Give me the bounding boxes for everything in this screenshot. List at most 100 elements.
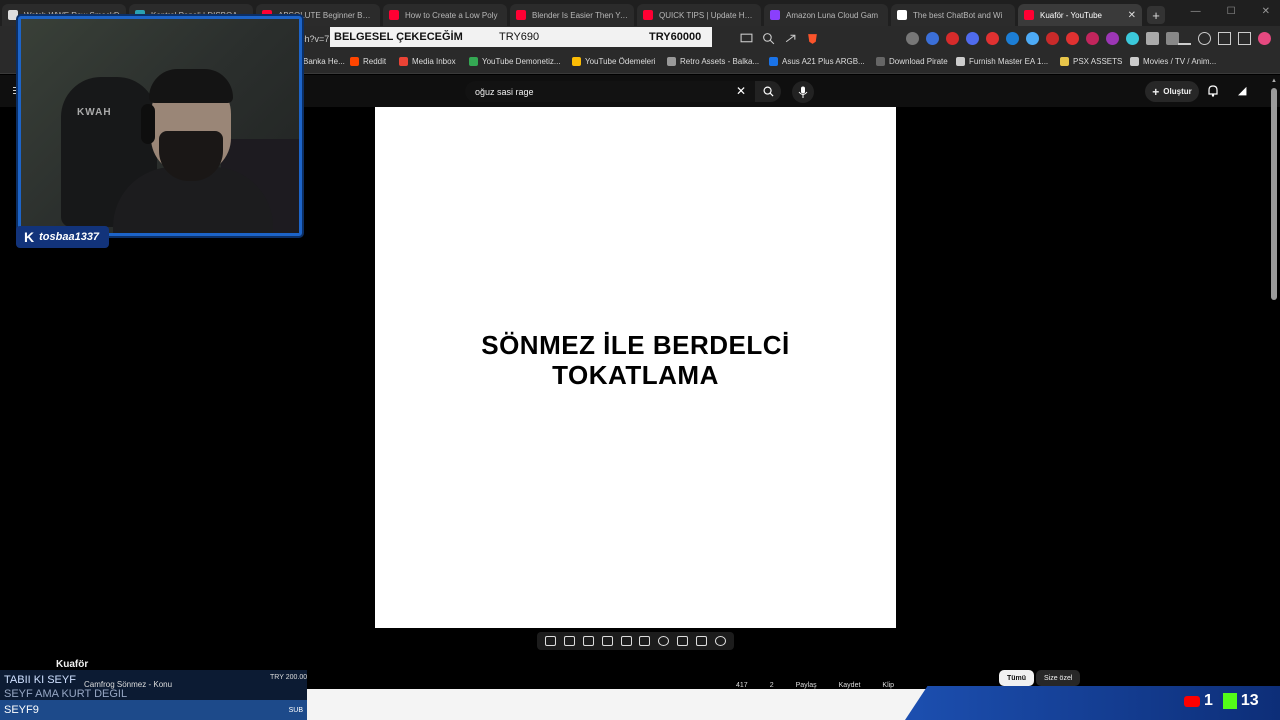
tab-title: Amazon Luna Cloud Gam bbox=[786, 10, 879, 20]
streamer-name: tosbaa1337 bbox=[39, 231, 100, 243]
microphone-icon bbox=[798, 86, 808, 98]
puzzle-icon[interactable] bbox=[1146, 32, 1159, 45]
cinema-icon[interactable] bbox=[601, 636, 613, 646]
clip-button[interactable]: Klip bbox=[882, 682, 894, 689]
close-tab-icon[interactable]: ✕ bbox=[1128, 10, 1136, 21]
save-button[interactable]: Kaydet bbox=[839, 682, 861, 689]
extension-icon[interactable] bbox=[1046, 32, 1059, 45]
video-channel-title: Kuaför bbox=[56, 659, 89, 670]
chip-all[interactable]: Tümü bbox=[999, 670, 1035, 686]
bookmark-label: YouTube Ödemeleri bbox=[585, 57, 656, 66]
chip-for-you[interactable]: Size özel bbox=[1036, 670, 1081, 686]
bookmark-label: YouTube Demonetiz... bbox=[482, 57, 561, 66]
pip-icon[interactable] bbox=[582, 636, 594, 646]
bookmark-label: Download Pirate bbox=[889, 57, 948, 66]
screenshot-icon[interactable] bbox=[677, 636, 689, 646]
extension-icon[interactable] bbox=[946, 32, 959, 45]
extension-icon[interactable] bbox=[1066, 32, 1079, 45]
bookmark-favicon-icon bbox=[769, 57, 778, 66]
address-bar[interactable]: ch?v=7 bbox=[300, 34, 329, 44]
extension-icon[interactable] bbox=[1026, 32, 1039, 45]
bookmark-favicon-icon bbox=[1130, 57, 1139, 66]
maximize-icon[interactable]: ☐ bbox=[1227, 6, 1236, 17]
page-scrollbar[interactable] bbox=[1271, 88, 1277, 300]
extension-icon[interactable] bbox=[966, 32, 979, 45]
bookmark-item[interactable]: YouTube Ödemeleri bbox=[572, 57, 656, 66]
video-player[interactable]: SÖNMEZ İLE BERDELCİ TOKATLAMA bbox=[375, 107, 896, 628]
tab-title: How to Create a Low Poly bbox=[405, 10, 498, 20]
window-controls: — ☐ ✕ bbox=[1191, 6, 1270, 17]
bookmark-item[interactable]: Retro Assets - Balka... bbox=[667, 57, 759, 66]
extension-icon[interactable] bbox=[1126, 32, 1139, 45]
bookmark-item[interactable]: Movies / TV / Anim... bbox=[1130, 57, 1216, 66]
headphones bbox=[141, 104, 155, 144]
bookmark-item[interactable]: Media Inbox bbox=[399, 57, 456, 66]
browser-tab[interactable]: How to Create a Low Poly bbox=[383, 4, 507, 26]
zoom-icon[interactable] bbox=[762, 32, 775, 45]
search-button[interactable] bbox=[755, 81, 781, 102]
webcam-overlay: KWAH bbox=[18, 16, 302, 236]
like-button[interactable]: 417 bbox=[736, 682, 748, 689]
bookmark-item[interactable]: PSX ASSETS bbox=[1060, 57, 1122, 66]
bookmark-item[interactable]: Download Pirate bbox=[876, 57, 948, 66]
bookmark-item[interactable]: Reddit bbox=[350, 57, 386, 66]
kick-viewer-count: 13 bbox=[1240, 692, 1259, 709]
create-label: Oluştur bbox=[1163, 87, 1192, 96]
bookmark-label: Asus A21 Plus ARGB... bbox=[782, 57, 865, 66]
tab-favicon-icon bbox=[516, 10, 526, 20]
share-icon[interactable] bbox=[784, 32, 797, 45]
video-control-bar bbox=[537, 632, 734, 650]
tab-favicon-icon bbox=[897, 10, 907, 20]
extension-icon[interactable] bbox=[926, 32, 939, 45]
comments-button[interactable]: 2 bbox=[770, 682, 774, 689]
browser-tab[interactable]: Blender Is Easier Then You bbox=[510, 4, 634, 26]
browser-tab[interactable]: QUICK TIPS | Update Hand bbox=[637, 4, 761, 26]
bookmark-item[interactable]: Furnish Master EA 1... bbox=[956, 57, 1048, 66]
tab-title: Blender Is Easier Then You bbox=[532, 10, 628, 20]
browser-tab[interactable]: Kuaför - YouTube ✕ bbox=[1018, 4, 1142, 26]
overlay-strip bbox=[307, 689, 927, 720]
search-icon bbox=[763, 86, 774, 97]
browser-tab[interactable]: Amazon Luna Cloud Gam bbox=[764, 4, 888, 26]
clear-search-icon[interactable]: ✕ bbox=[736, 84, 746, 98]
tab-title: The best ChatBot and Wi bbox=[913, 10, 1003, 20]
theater-icon[interactable] bbox=[620, 636, 632, 646]
browser-tools: ⋮ bbox=[1178, 32, 1280, 45]
tab-title: Kuaför - YouTube bbox=[1040, 10, 1102, 20]
extension-icons bbox=[906, 32, 1179, 45]
voice-search-button[interactable] bbox=[792, 81, 814, 103]
download-icon[interactable] bbox=[1178, 32, 1191, 45]
loop-icon[interactable] bbox=[544, 636, 556, 646]
camera-icon[interactable] bbox=[696, 636, 708, 646]
browser-tab[interactable]: The best ChatBot and Wi bbox=[891, 4, 1015, 26]
tab-title: QUICK TIPS | Update Hand bbox=[659, 10, 755, 20]
bookmark-item[interactable]: YouTube Demonetiz... bbox=[469, 57, 561, 66]
extension-icon[interactable] bbox=[986, 32, 999, 45]
brave-shield-icon[interactable] bbox=[806, 32, 819, 45]
audio-icon[interactable] bbox=[563, 636, 575, 646]
extension-icon[interactable] bbox=[1006, 32, 1019, 45]
create-button[interactable]: + Oluştur bbox=[1145, 81, 1199, 102]
cast-icon[interactable] bbox=[740, 32, 753, 45]
extension-icon[interactable] bbox=[1106, 32, 1119, 45]
profile-icon[interactable] bbox=[1258, 32, 1271, 45]
media-icon[interactable] bbox=[1198, 32, 1211, 45]
sidepanel-icon[interactable] bbox=[1238, 32, 1251, 45]
speed-icon[interactable] bbox=[658, 636, 670, 646]
miniplayer-icon[interactable] bbox=[639, 636, 651, 646]
bookmark-item[interactable]: Asus A21 Plus ARGB... bbox=[769, 57, 865, 66]
account-avatar[interactable]: ◢ bbox=[1238, 84, 1246, 97]
search-input[interactable]: oğuz sasi rage bbox=[465, 81, 755, 102]
scroll-up-icon[interactable]: ▲ bbox=[1271, 78, 1277, 84]
new-tab-button[interactable]: + bbox=[1147, 6, 1165, 24]
extension-icon[interactable] bbox=[1086, 32, 1099, 45]
minimize-icon[interactable]: — bbox=[1191, 6, 1201, 17]
bookmark-favicon-icon bbox=[667, 57, 676, 66]
bookmark-label: Banka He... bbox=[303, 57, 345, 66]
settings-icon[interactable] bbox=[714, 636, 726, 646]
notification-bell-icon[interactable] bbox=[1207, 84, 1219, 97]
extension-icon[interactable] bbox=[906, 32, 919, 45]
share-button[interactable]: Paylaş bbox=[796, 682, 817, 689]
close-window-icon[interactable]: ✕ bbox=[1262, 6, 1270, 17]
reading-list-icon[interactable] bbox=[1218, 32, 1231, 45]
